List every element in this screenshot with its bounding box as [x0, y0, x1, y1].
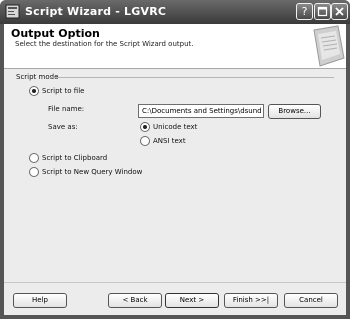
browse-button[interactable]: Browse... — [268, 104, 321, 119]
maximize-button[interactable] — [314, 3, 331, 20]
wizard-app-icon — [5, 4, 20, 19]
wizard-header: Output Option Select the destination for… — [4, 24, 346, 69]
file-name-input[interactable]: C:\Documents and Settings\dsund — [138, 104, 264, 118]
script-wizard-window: Script Wizard - LGVRC ? Output Option Se… — [0, 0, 350, 319]
footer-divider — [4, 282, 346, 283]
title-bar[interactable]: Script Wizard - LGVRC ? — [0, 0, 350, 24]
script-to-file-label[interactable]: Script to file — [42, 87, 84, 95]
file-name-label: File name: — [48, 105, 85, 113]
close-button[interactable] — [331, 3, 348, 20]
script-to-query-window-label[interactable]: Script to New Query Window — [42, 168, 142, 176]
script-to-query-window-radio[interactable] — [29, 167, 39, 177]
script-to-file-radio[interactable] — [29, 86, 39, 96]
back-button[interactable]: < Back — [108, 293, 162, 308]
page-subtitle: Select the destination for the Script Wi… — [15, 40, 194, 48]
wizard-client-area: Output Option Select the destination for… — [4, 24, 346, 315]
page-title: Output Option — [11, 27, 100, 40]
window-title: Script Wizard - LGVRC — [25, 5, 167, 18]
cancel-button[interactable]: Cancel — [284, 293, 338, 308]
save-as-label: Save as: — [48, 123, 78, 131]
unicode-text-label[interactable]: Unicode text — [153, 123, 197, 131]
close-icon — [335, 7, 344, 16]
help-button[interactable]: Help — [13, 293, 67, 308]
maximize-icon — [317, 6, 328, 17]
unicode-text-radio[interactable] — [140, 122, 150, 132]
next-button[interactable]: Next > — [165, 293, 219, 308]
ansi-text-radio[interactable] — [140, 136, 150, 146]
ansi-text-label[interactable]: ANSI text — [153, 137, 186, 145]
script-mode-divider — [50, 77, 334, 78]
finish-button[interactable]: Finish >>| — [224, 293, 278, 308]
help-title-button[interactable]: ? — [296, 3, 313, 20]
script-to-clipboard-label[interactable]: Script to Clipboard — [42, 154, 107, 162]
wizard-header-graphic-icon — [313, 25, 345, 67]
script-to-clipboard-radio[interactable] — [29, 153, 39, 163]
